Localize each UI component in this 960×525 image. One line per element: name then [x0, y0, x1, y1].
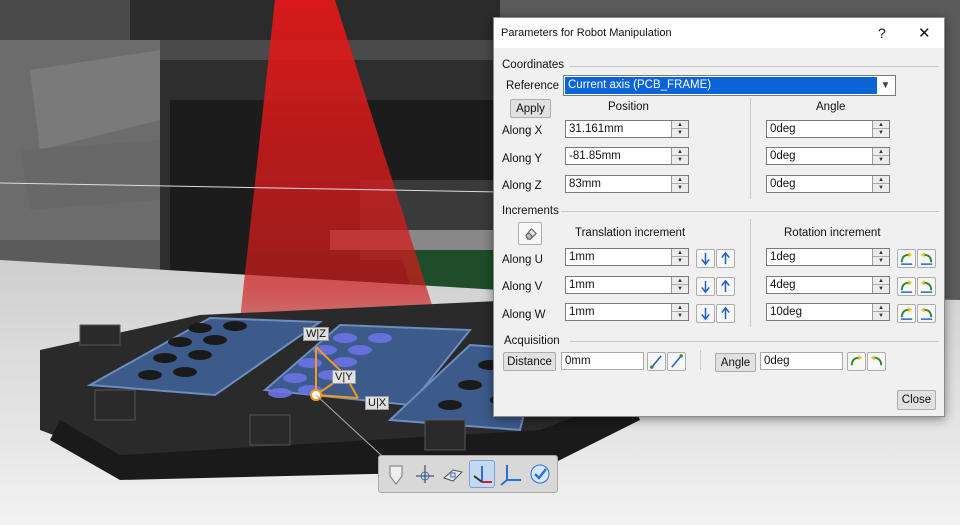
- along-z-label: Along Z: [502, 180, 542, 192]
- angle-x-field[interactable]: 0deg ▲ ▼: [766, 120, 890, 138]
- eraser-icon[interactable]: [518, 222, 542, 245]
- coordinates-column-divider: [750, 98, 751, 199]
- translation-v-field[interactable]: 1mm ▲ ▼: [565, 276, 689, 294]
- angle-button[interactable]: Angle: [715, 353, 756, 372]
- dialog-title: Parameters for Robot Manipulation: [501, 27, 672, 39]
- acquisition-divider-vertical: [700, 350, 701, 370]
- axis-system-icon[interactable]: [498, 460, 524, 488]
- rotate-ccw-icon[interactable]: [917, 277, 936, 296]
- axis-label-v[interactable]: V|Y: [332, 370, 356, 384]
- manipulation-toolbar: [378, 455, 558, 493]
- rotation-w-field[interactable]: 10deg ▲ ▼: [766, 303, 890, 321]
- reference-selected-value: Current axis (PCB_FRAME): [565, 77, 877, 94]
- translate-up-icon[interactable]: [716, 304, 735, 323]
- help-button[interactable]: ?: [878, 25, 886, 41]
- spin-arrows[interactable]: ▲ ▼: [671, 277, 688, 293]
- position-z-field[interactable]: 83mm ▲ ▼: [565, 175, 689, 193]
- close-button[interactable]: Close: [897, 390, 936, 410]
- rotate-cw-icon[interactable]: [897, 249, 916, 268]
- rotate-ccw-icon[interactable]: [917, 249, 936, 268]
- measure-pick-icon[interactable]: [647, 352, 666, 371]
- spin-arrows[interactable]: ▲ ▼: [671, 304, 688, 320]
- rotation-u-field[interactable]: 1deg ▲ ▼: [766, 248, 890, 266]
- acquisition-divider: [570, 341, 939, 342]
- dialog-titlebar[interactable]: Parameters for Robot Manipulation ? ✕: [494, 18, 944, 48]
- translation-w-field[interactable]: 1mm ▲ ▼: [565, 303, 689, 321]
- confirm-check-icon[interactable]: [527, 460, 553, 488]
- distance-field[interactable]: 0mm: [561, 352, 644, 370]
- translation-u-field[interactable]: 1mm ▲ ▼: [565, 248, 689, 266]
- spin-arrows[interactable]: ▲ ▼: [872, 304, 889, 320]
- spin-arrows[interactable]: ▲ ▼: [671, 148, 688, 164]
- drop-icon[interactable]: [383, 460, 409, 488]
- spin-arrows[interactable]: ▲ ▼: [872, 121, 889, 137]
- translation-increment-header: Translation increment: [575, 227, 686, 239]
- spin-arrows[interactable]: ▲ ▼: [872, 148, 889, 164]
- translate-up-icon[interactable]: [716, 249, 735, 268]
- measure-pick-2-icon[interactable]: [667, 352, 686, 371]
- spin-arrows[interactable]: ▲ ▼: [872, 176, 889, 192]
- position-header: Position: [608, 101, 649, 113]
- increments-divider: [561, 211, 939, 212]
- apply-button[interactable]: Apply: [510, 99, 551, 118]
- rotate-cw-icon[interactable]: [897, 304, 916, 323]
- coordinates-section-label: Coordinates: [502, 59, 565, 71]
- angle-header: Angle: [816, 101, 846, 113]
- along-y-label: Along Y: [502, 153, 543, 165]
- along-x-label: Along X: [502, 125, 543, 137]
- acquisition-section-label: Acquisition: [504, 335, 560, 347]
- plane-icon[interactable]: [441, 460, 467, 488]
- translate-up-icon[interactable]: [716, 277, 735, 296]
- position-x-field[interactable]: 31.161mm ▲ ▼: [565, 120, 689, 138]
- reference-select[interactable]: Current axis (PCB_FRAME) ▼: [563, 75, 896, 96]
- axis-label-u[interactable]: U|X: [365, 396, 390, 410]
- rotation-v-field[interactable]: 4deg ▲ ▼: [766, 276, 890, 294]
- spin-arrows[interactable]: ▲ ▼: [872, 249, 889, 265]
- coordinates-divider: [569, 66, 939, 67]
- angle-pick-icon[interactable]: [847, 352, 866, 371]
- angle-z-field[interactable]: 0deg ▲ ▼: [766, 175, 890, 193]
- rotate-ccw-icon[interactable]: [917, 304, 936, 323]
- along-u-label: Along U: [502, 254, 543, 266]
- along-v-label: Along V: [502, 281, 543, 293]
- spin-arrows[interactable]: ▲ ▼: [671, 121, 688, 137]
- angle-y-field[interactable]: 0deg ▲ ▼: [766, 147, 890, 165]
- translate-down-icon[interactable]: [696, 304, 715, 323]
- axis-label-w[interactable]: W|Z: [303, 327, 329, 341]
- close-window-button[interactable]: ✕: [918, 24, 931, 42]
- rotate-cw-icon[interactable]: [897, 277, 916, 296]
- move-axis-icon[interactable]: [412, 460, 438, 488]
- angle-acquisition-field[interactable]: 0deg: [760, 352, 843, 370]
- spin-arrows[interactable]: ▲ ▼: [671, 249, 688, 265]
- along-w-label: Along W: [502, 309, 546, 321]
- translate-down-icon[interactable]: [696, 277, 715, 296]
- rotation-increment-header: Rotation increment: [784, 227, 881, 239]
- reference-label: Reference: [506, 80, 560, 92]
- robot-manipulation-dialog: Parameters for Robot Manipulation ? ✕ Co…: [493, 17, 945, 417]
- distance-button[interactable]: Distance: [503, 352, 556, 371]
- compass-active-icon[interactable]: [469, 460, 496, 488]
- increments-column-divider: [750, 219, 751, 327]
- increments-section-label: Increments: [502, 205, 559, 217]
- angle-pick-2-icon[interactable]: [867, 352, 886, 371]
- position-y-field[interactable]: -81.85mm ▲ ▼: [565, 147, 689, 165]
- chevron-down-icon[interactable]: ▼: [877, 77, 894, 94]
- spin-arrows[interactable]: ▲ ▼: [671, 176, 688, 192]
- spin-arrows[interactable]: ▲ ▼: [872, 277, 889, 293]
- translate-down-icon[interactable]: [696, 249, 715, 268]
